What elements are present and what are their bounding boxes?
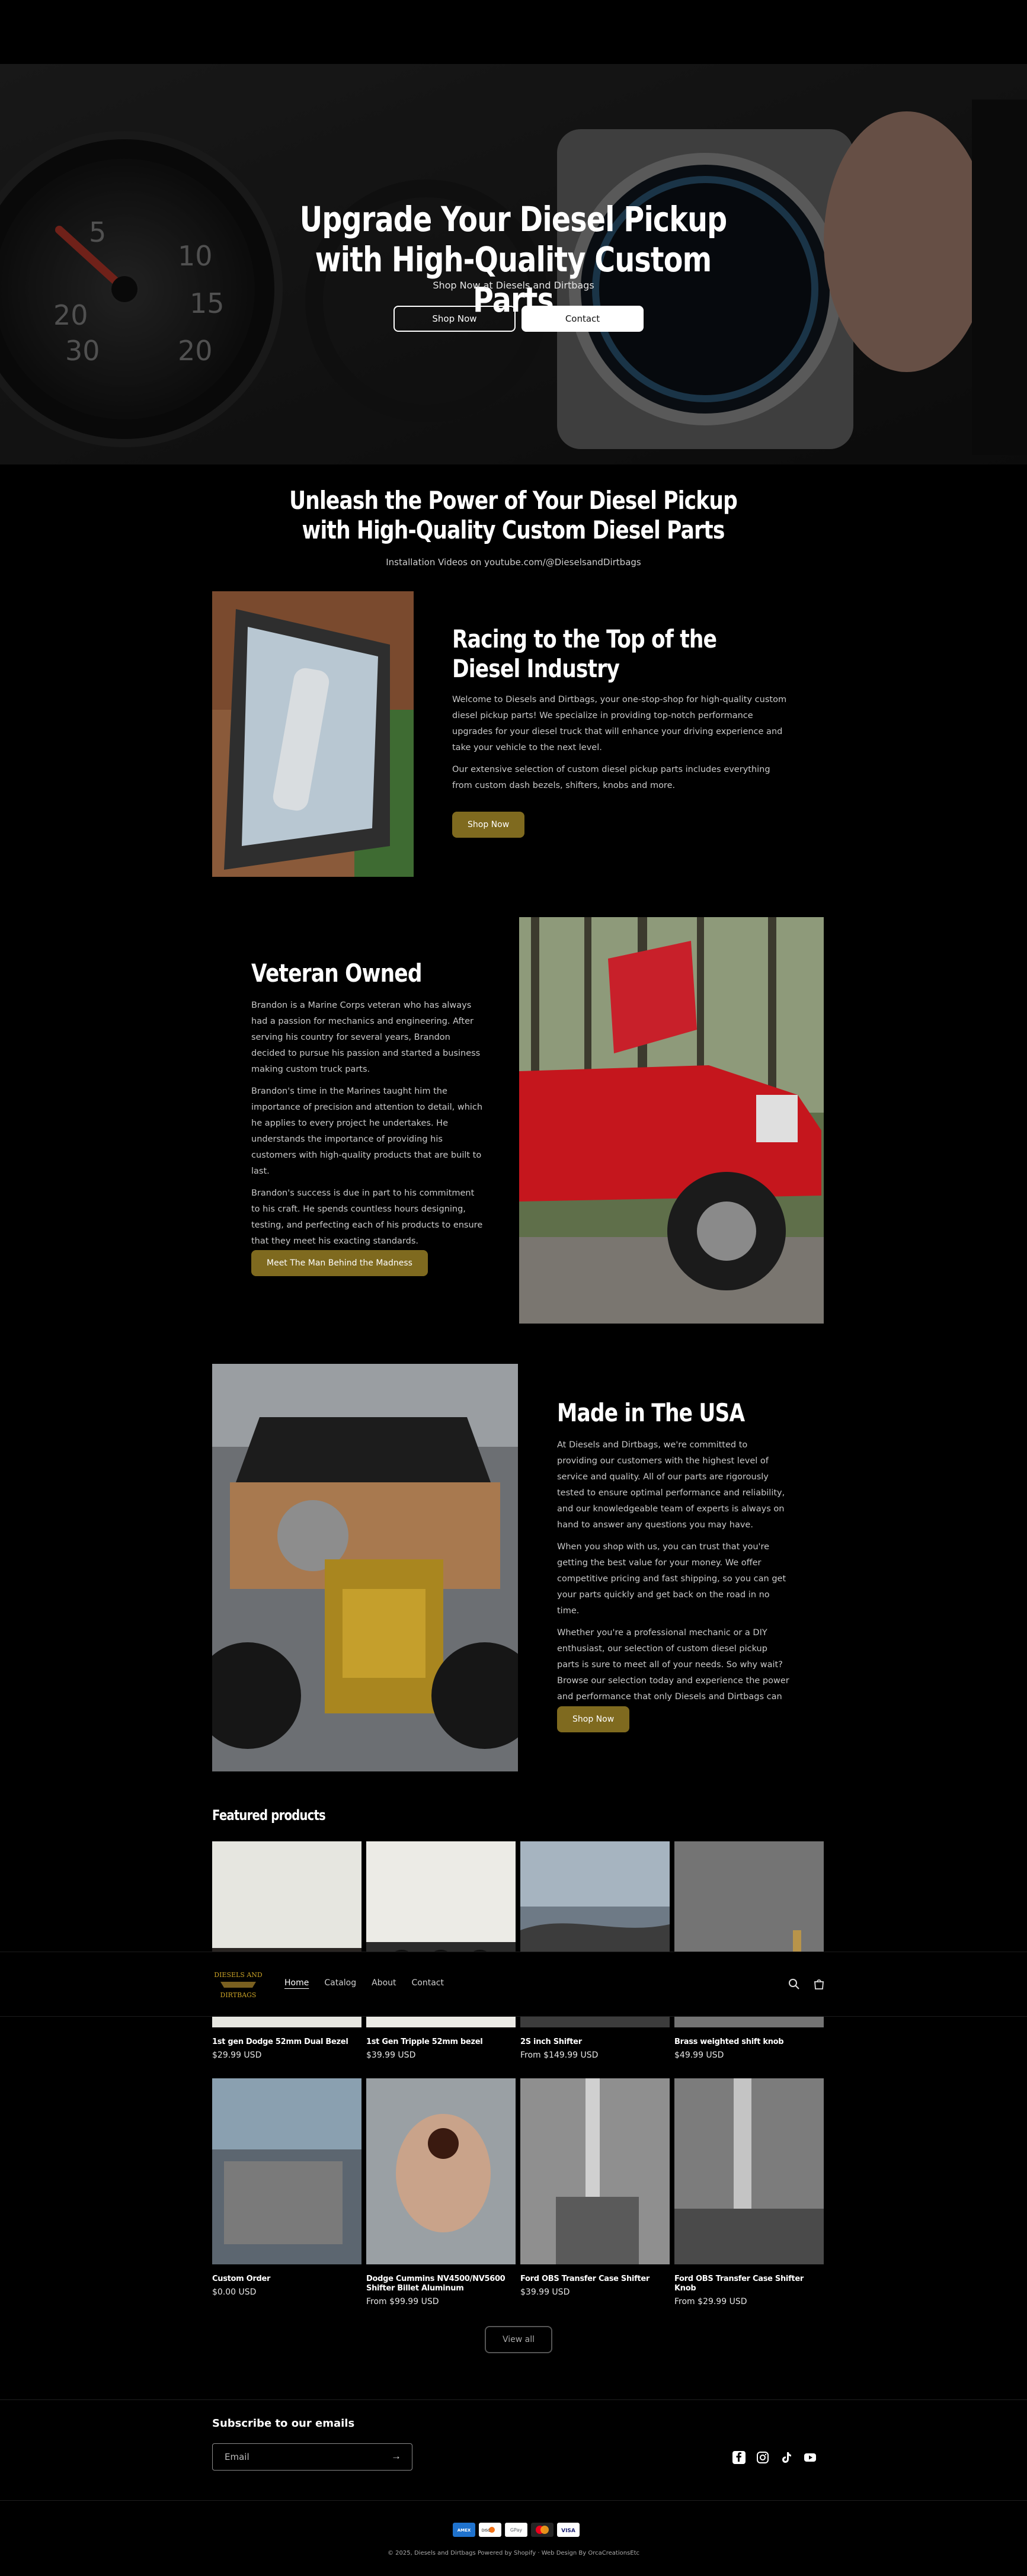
product-box-photo: [212, 591, 414, 877]
product-price: $0.00 USD: [212, 2287, 257, 2297]
copyright-text: © 2025, Diesels and Dirtbags Powered by …: [387, 2550, 639, 2556]
nav-about[interactable]: About: [372, 1978, 396, 1988]
email-placeholder: Email: [225, 2452, 249, 2462]
racing-paragraph-2: Our extensive selection of custom diesel…: [452, 765, 770, 790]
veteran-title: Veteran Owned: [251, 959, 422, 988]
site-logo[interactable]: DIESELS AND DIRTBAGS: [212, 1964, 264, 2003]
red-truck-photo: [519, 917, 824, 1324]
hero-subtitle: Shop Now at Diesels and Dirtbags: [433, 280, 594, 291]
product-card[interactable]: 1st Gen Tripple 52mm bezel $39.99 USD: [366, 1841, 516, 2060]
arrow-right-icon[interactable]: →: [391, 2450, 401, 2462]
product-price: $29.99 USD: [212, 2050, 262, 2060]
engine-bay-photo: [212, 1364, 518, 1771]
svg-text:DISC: DISC: [482, 2529, 490, 2533]
product-price: $49.99 USD: [674, 2050, 724, 2060]
intro-subtitle: Installation Videos on youtube.com/@Dies…: [386, 557, 641, 568]
tiktok-icon[interactable]: [780, 2451, 793, 2464]
discover-payment-icon: DISC: [479, 2523, 501, 2537]
usa-paragraph-2: When you shop with us, you can trust tha…: [557, 1542, 786, 1616]
svg-text:GPay: GPay: [510, 2527, 523, 2533]
usa-shop-now-button[interactable]: Shop Now: [557, 1706, 630, 1732]
veteran-paragraph-2: Brandon's time in the Marines taught him…: [251, 1087, 483, 1176]
product-card[interactable]: Ford OBS Transfer Case Shifter $39.99 US…: [520, 2078, 670, 2297]
visa-payment-icon: VISA: [557, 2523, 580, 2537]
product-price: $39.99 USD: [366, 2050, 416, 2060]
product-name[interactable]: 2S inch Shifter: [520, 2037, 670, 2047]
footer-divider: [0, 2399, 1027, 2400]
racing-paragraph-1: Welcome to Diesels and Dirtbags, your on…: [452, 695, 787, 752]
featured-products-title: Featured products: [212, 1807, 326, 1824]
sticky-header: DIESELS AND DIRTBAGS Home Catalog About …: [0, 1952, 1027, 2017]
hero-contact-button[interactable]: Contact: [522, 306, 644, 332]
mastercard-payment-icon: [531, 2523, 554, 2537]
announcement-bar: [0, 0, 1027, 64]
product-name[interactable]: 1st Gen Tripple 52mm bezel: [366, 2037, 516, 2047]
product-price: From $99.99 USD: [366, 2297, 439, 2306]
racing-title: Racing to the Top of the Diesel Industry: [452, 624, 717, 683]
product-name[interactable]: Custom Order: [212, 2274, 361, 2284]
product-name[interactable]: Dodge Cummins NV4500/NV5600 Shifter Bill…: [366, 2274, 516, 2293]
amex-payment-icon: AMEX: [453, 2523, 475, 2537]
email-field[interactable]: Email →: [212, 2443, 412, 2471]
product-name[interactable]: Brass weighted shift knob: [674, 2037, 824, 2047]
product-card[interactable]: Ford OBS Transfer Case Shifter Knob From…: [674, 2078, 824, 2306]
usa-paragraph-1: At Diesels and Dirtbags, we're committed…: [557, 1440, 785, 1530]
view-all-button[interactable]: View all: [485, 2326, 552, 2353]
nav-home[interactable]: Home: [284, 1978, 309, 1988]
veteran-paragraph-1: Brandon is a Marine Corps veteran who ha…: [251, 1001, 481, 1074]
product-card[interactable]: Dodge Cummins NV4500/NV5600 Shifter Bill…: [366, 2078, 516, 2306]
cart-icon[interactable]: [812, 1977, 826, 1991]
svg-text:AMEX: AMEX: [457, 2528, 471, 2533]
nav-catalog[interactable]: Catalog: [324, 1978, 356, 1988]
racing-shop-now-button[interactable]: Shop Now: [452, 812, 525, 838]
subscribe-title: Subscribe to our emails: [212, 2417, 355, 2430]
product-image: [212, 2078, 361, 2264]
search-icon[interactable]: [787, 1977, 801, 1991]
product-card[interactable]: Custom Order $0.00 USD: [212, 2078, 361, 2297]
instagram-icon[interactable]: [756, 2451, 769, 2464]
product-image: [366, 2078, 516, 2264]
intro-title: Unleash the Power of Your Diesel Pickup …: [289, 486, 738, 544]
product-image: [520, 2078, 670, 2264]
nav-contact[interactable]: Contact: [412, 1978, 444, 1988]
youtube-icon[interactable]: [804, 2451, 817, 2464]
product-card[interactable]: 2S inch Shifter From $149.99 USD: [520, 1841, 670, 2060]
product-price: From $29.99 USD: [674, 2297, 747, 2306]
google-pay-icon: GPay: [505, 2523, 527, 2537]
product-price: From $149.99 USD: [520, 2050, 599, 2060]
product-image: [674, 2078, 824, 2264]
svg-text:DIRTBAGS: DIRTBAGS: [220, 1991, 257, 1999]
meet-the-man-button[interactable]: Meet The Man Behind the Madness: [251, 1250, 428, 1276]
svg-text:VISA: VISA: [561, 2528, 575, 2534]
facebook-icon[interactable]: [732, 2451, 746, 2464]
product-name[interactable]: 1st gen Dodge 52mm Dual Bezel: [212, 2037, 361, 2047]
product-name[interactable]: Ford OBS Transfer Case Shifter: [520, 2274, 670, 2284]
hero-shop-now-button[interactable]: Shop Now: [393, 306, 516, 332]
usa-title: Made in The USA: [557, 1398, 745, 1427]
main-navigation: Home Catalog About Contact: [284, 1978, 444, 1988]
product-card[interactable]: Brass weighted shift knob $49.99 USD: [674, 1841, 824, 2060]
footer-divider: [0, 2500, 1027, 2501]
product-name[interactable]: Ford OBS Transfer Case Shifter Knob: [674, 2274, 824, 2293]
hero-banner: 5 10 15 20 30 20 Upgrade Your Diesel Pic…: [0, 64, 1027, 464]
svg-text:DIESELS AND: DIESELS AND: [214, 1971, 263, 1979]
hero-title: Upgrade Your Diesel Pickup with High-Qua…: [299, 199, 728, 320]
product-card[interactable]: 1st gen Dodge 52mm Dual Bezel $29.99 USD: [212, 1841, 361, 2060]
veteran-paragraph-3: Brandon's success is due in part to his …: [251, 1188, 483, 1246]
product-price: $39.99 USD: [520, 2287, 570, 2297]
